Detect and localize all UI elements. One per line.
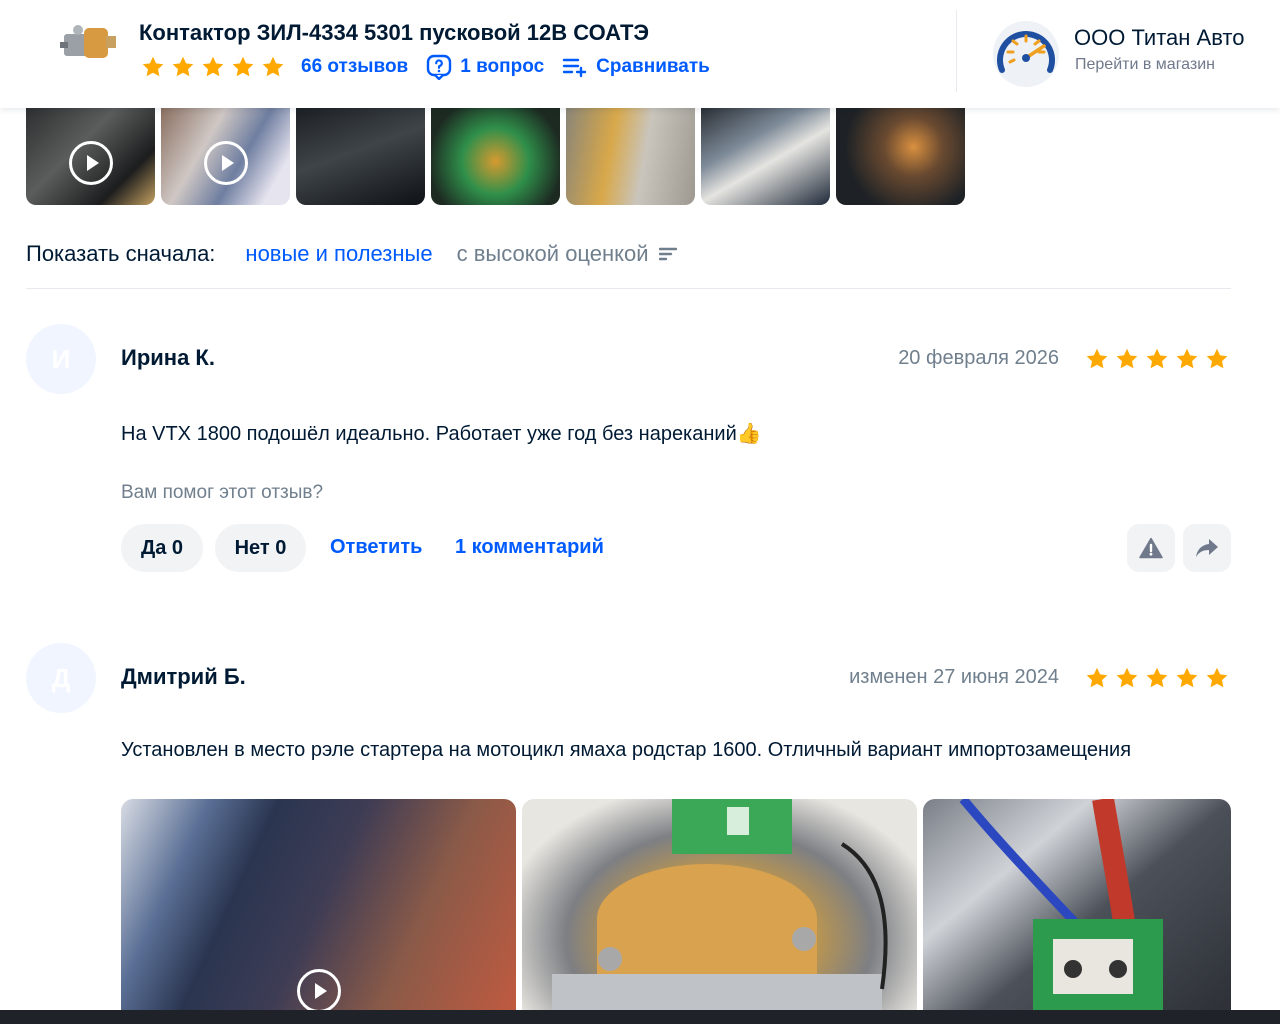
star-icon — [172, 56, 194, 77]
review-text: Установлен в место рэле стартера на мото… — [121, 739, 1132, 761]
sort-order-icon — [658, 247, 677, 261]
review-photo-thumbnail[interactable] — [923, 799, 1231, 1014]
share-arrow-icon — [1196, 539, 1218, 557]
media-thumbnail[interactable] — [701, 108, 830, 205]
product-title[interactable]: Контактор ЗИЛ-4334 5301 пусковой 12В СОА… — [139, 20, 649, 46]
media-thumbnail[interactable] — [296, 108, 425, 205]
contactor-photo-illustration — [552, 799, 888, 1014]
connector-photo-illustration — [959, 799, 1163, 1014]
helpful-question: Вам помог этот отзыв? — [121, 482, 324, 503]
questions-link[interactable]: 1 вопрос — [426, 54, 544, 80]
media-thumbnail[interactable] — [836, 108, 965, 205]
star-icon — [1086, 348, 1108, 369]
star-icon — [1146, 667, 1168, 688]
star-icon — [1176, 667, 1198, 688]
star-icon — [1116, 348, 1138, 369]
star-icon — [1206, 348, 1228, 369]
bottom-taskbar-strip — [0, 1010, 1280, 1024]
sort-controls: Показать сначала: новые и полезные с выс… — [26, 241, 677, 267]
question-bubble-icon — [427, 54, 452, 80]
star-icon — [1176, 348, 1198, 369]
review-rating-stars — [1085, 666, 1229, 690]
review-text: На VTX 1800 подошёл идеально. Работает у… — [121, 423, 762, 445]
star-icon — [202, 56, 224, 77]
comments-link[interactable]: 1 комментарий — [455, 536, 604, 559]
review-author[interactable]: Ирина К. — [121, 345, 215, 371]
shop-name[interactable]: ООО Титан Авто — [1074, 25, 1244, 51]
compare-link-label: Сравнивать — [596, 56, 710, 77]
review-date: 20 февраля 2026 — [898, 347, 1059, 369]
questions-link-label: 1 вопрос — [460, 56, 545, 77]
media-thumbnail[interactable] — [26, 108, 155, 205]
media-thumbnail[interactable] — [431, 108, 560, 205]
report-button[interactable] — [1127, 524, 1175, 572]
star-icon — [1116, 667, 1138, 688]
review-media-strip — [26, 108, 965, 205]
star-icon — [262, 56, 284, 77]
review-video-thumbnail[interactable] — [121, 799, 516, 1014]
review-date: изменен 27 июня 2024 — [849, 666, 1059, 688]
compare-list-icon — [562, 58, 587, 78]
play-icon — [68, 141, 113, 185]
media-thumbnail[interactable] — [566, 108, 695, 205]
sort-divider — [26, 288, 1231, 289]
star-icon — [232, 56, 254, 77]
product-meta-row: 66 отзывов 1 вопрос Сравнивать — [141, 53, 710, 81]
star-icon — [142, 56, 164, 77]
product-thumbnail[interactable] — [58, 20, 124, 66]
go-to-shop-link[interactable]: Перейти в магазин — [1075, 56, 1215, 74]
vote-yes-button[interactable]: Да 0 — [121, 524, 203, 572]
shop-logo-speedometer-icon[interactable] — [988, 18, 1064, 88]
sort-option-high-rating[interactable]: с высокой оценкой — [457, 241, 677, 267]
reply-button[interactable]: Ответить — [330, 536, 422, 559]
play-icon — [296, 969, 341, 1013]
sort-label: Показать сначала: — [26, 241, 216, 266]
sticky-product-header: Контактор ЗИЛ-4334 5301 пусковой 12В СОА… — [0, 0, 1280, 108]
review-author[interactable]: Дмитрий Б. — [121, 664, 246, 690]
sort-option-new-useful[interactable]: новые и полезные — [245, 241, 432, 267]
avatar[interactable]: И — [26, 324, 96, 394]
review-photos — [121, 799, 1231, 1014]
header-divider — [956, 10, 957, 92]
compare-link[interactable]: Сравнивать — [562, 56, 710, 78]
reviews-count-link[interactable]: 66 отзывов — [301, 56, 408, 78]
header-rating-stars[interactable] — [141, 55, 285, 79]
review-photo-thumbnail[interactable] — [522, 799, 917, 1014]
play-icon — [203, 141, 248, 185]
sort-option-high-rating-label: с высокой оценкой — [456, 241, 649, 266]
avatar[interactable]: Д — [26, 643, 96, 713]
star-icon — [1146, 348, 1168, 369]
vote-no-button[interactable]: Нет 0 — [215, 524, 306, 572]
star-icon — [1206, 667, 1228, 688]
star-icon — [1086, 667, 1108, 688]
warning-icon — [1139, 537, 1163, 559]
review-rating-stars — [1085, 347, 1229, 371]
media-thumbnail[interactable] — [161, 108, 290, 205]
share-button[interactable] — [1183, 524, 1231, 572]
